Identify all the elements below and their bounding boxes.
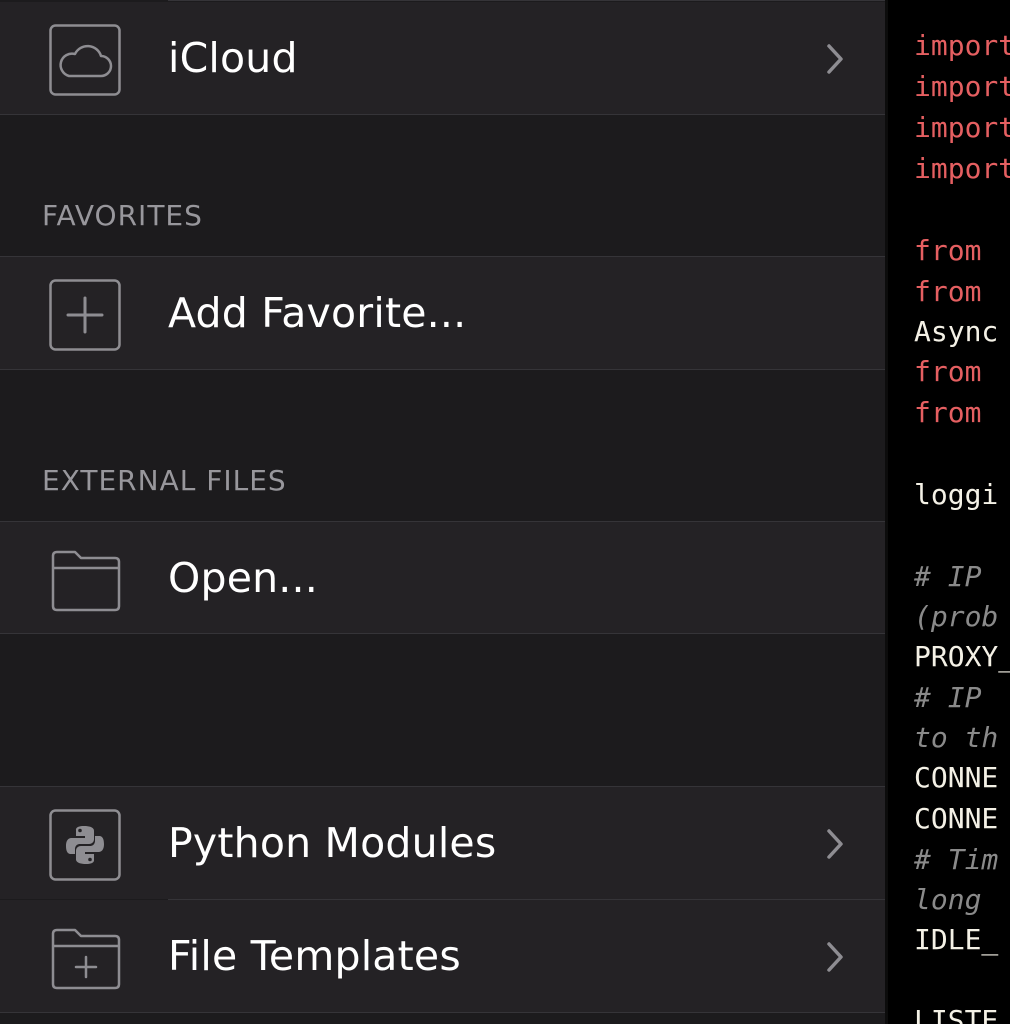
- code-line: Async: [914, 315, 999, 348]
- code-line: to th: [914, 721, 999, 754]
- chevron-right-icon: [825, 828, 845, 860]
- open-file-button[interactable]: Open...: [0, 522, 885, 634]
- python-icon: [49, 809, 121, 881]
- code-line: import: [914, 111, 1010, 144]
- cloud-icon: [49, 24, 121, 96]
- code-line: (prob: [914, 600, 999, 633]
- code-editor[interactable]: import import import import from from As…: [885, 0, 1010, 1024]
- divider: [0, 114, 885, 115]
- editor-edge: [885, 0, 888, 1024]
- plus-icon: [49, 279, 121, 351]
- code-line: LISTE: [914, 1004, 999, 1024]
- code-line: loggi: [914, 478, 999, 511]
- favorites-section-header: FAVORITES: [42, 199, 203, 232]
- add-favorite-label: Add Favorite...: [168, 289, 467, 337]
- folder-icon: [49, 544, 121, 616]
- folder-plus-icon: [49, 922, 121, 994]
- chevron-right-icon: [825, 941, 845, 973]
- sidebar-item-icloud[interactable]: iCloud: [0, 2, 885, 114]
- divider: [0, 369, 885, 370]
- chevron-right-icon: [825, 43, 845, 75]
- divider: [0, 1012, 885, 1013]
- code-line: CONNE: [914, 802, 999, 835]
- code-line: from: [914, 355, 982, 388]
- code-line: from: [914, 275, 982, 308]
- external-files-section-header: EXTERNAL FILES: [42, 464, 287, 497]
- code-line: from: [914, 234, 982, 267]
- code-line: import: [914, 152, 1010, 185]
- code-line: from: [914, 396, 982, 429]
- code-line: PROXY_: [914, 640, 1010, 673]
- code-line: # Tim: [914, 843, 999, 876]
- sidebar-item-python-modules[interactable]: Python Modules: [0, 787, 885, 899]
- code-line: # IP: [914, 681, 982, 714]
- add-favorite-button[interactable]: Add Favorite...: [0, 257, 885, 369]
- open-label: Open...: [168, 554, 319, 602]
- code-line: CONNE: [914, 761, 999, 794]
- code-line: IDLE_: [914, 923, 999, 956]
- sidebar-item-label: File Templates: [168, 932, 461, 980]
- code-line: # IP: [914, 560, 982, 593]
- code-line: import: [914, 29, 1010, 62]
- sidebar-item-file-templates[interactable]: File Templates: [0, 900, 885, 1012]
- sidebar-item-label: Python Modules: [168, 819, 497, 867]
- code-line: long: [914, 883, 982, 916]
- sidebar-item-label: iCloud: [168, 34, 298, 82]
- sidebar: iCloud FAVORITES Add Favorite... EXTERNA…: [0, 0, 885, 1024]
- code-line: import: [914, 70, 1010, 103]
- divider: [0, 633, 885, 634]
- divider: [168, 0, 885, 1]
